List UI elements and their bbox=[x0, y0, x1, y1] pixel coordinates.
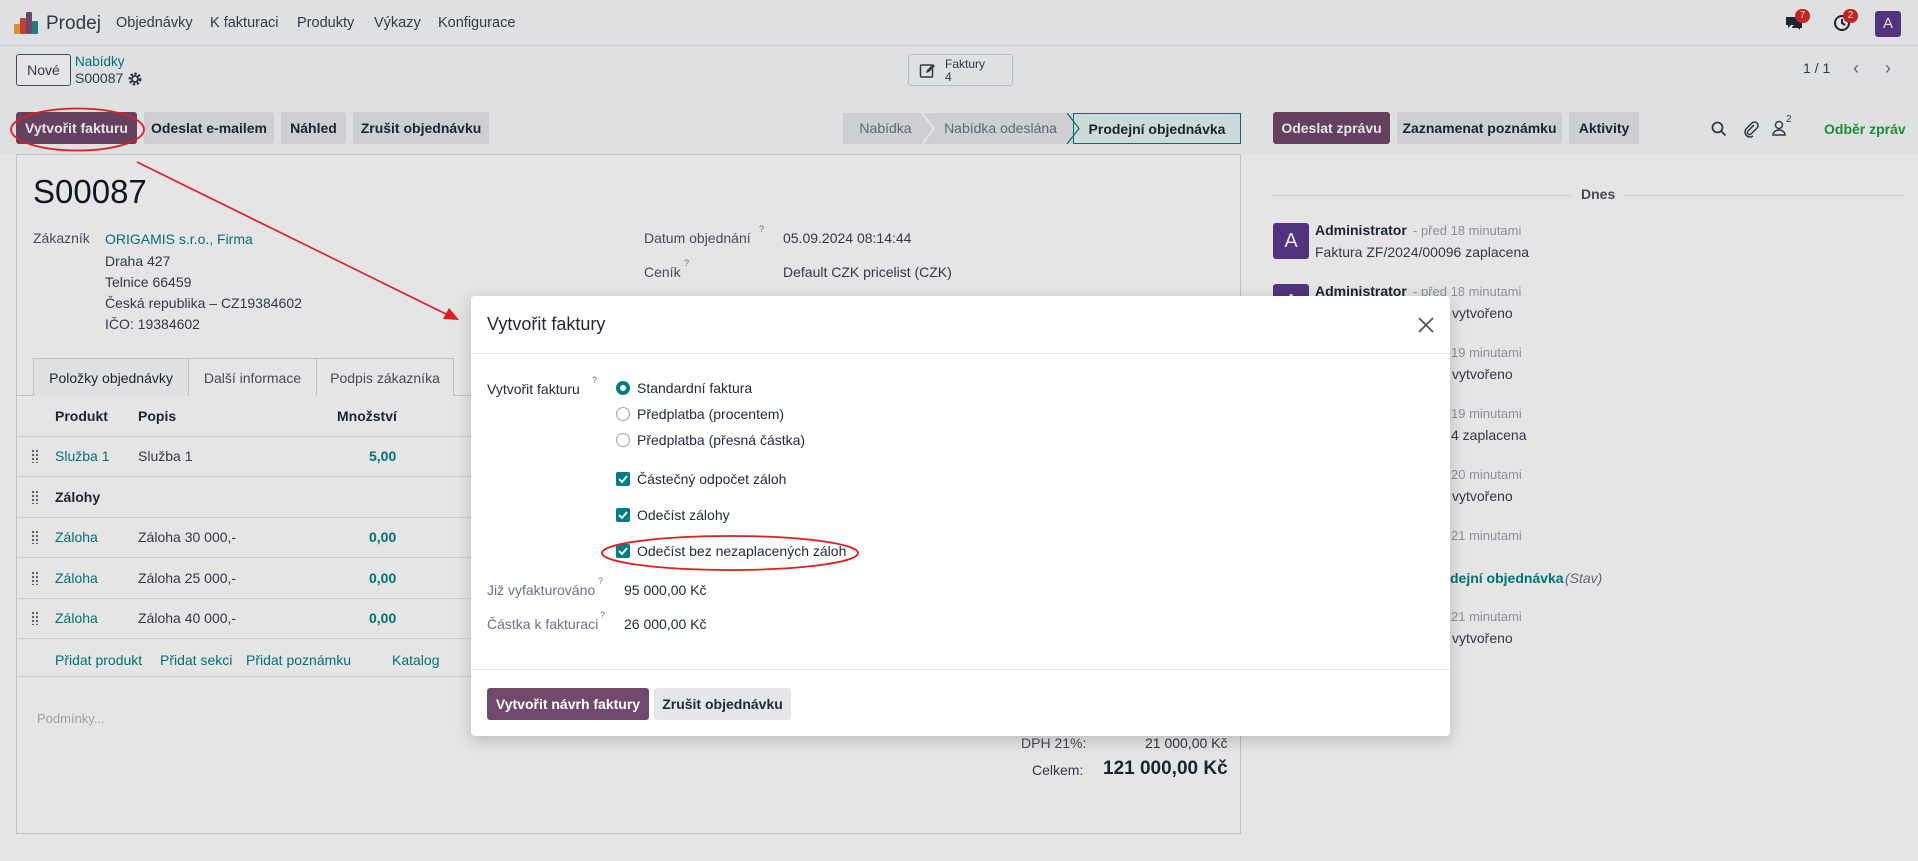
annotation-arrow bbox=[136, 161, 451, 317]
annotation-circle bbox=[10, 107, 145, 152]
annotation-circle bbox=[601, 535, 859, 571]
annotation-layer bbox=[10, 107, 859, 571]
